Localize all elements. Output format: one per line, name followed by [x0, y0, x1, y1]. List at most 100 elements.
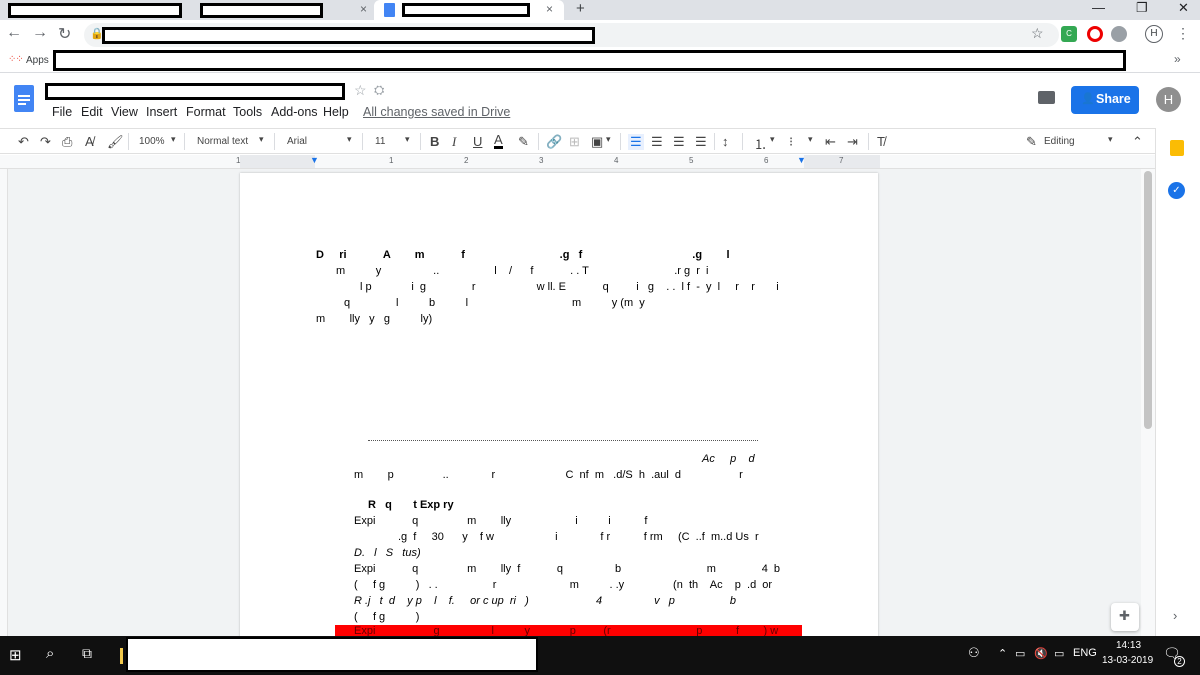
menu-file[interactable]: File: [52, 105, 72, 119]
clear-formatting-icon[interactable]: T̸: [877, 134, 885, 149]
left-indent-marker-icon[interactable]: ▼: [310, 155, 319, 165]
docs-logo-icon[interactable]: [14, 85, 34, 112]
clock-date[interactable]: 13-03-2019: [1102, 655, 1153, 666]
chevron-down-icon[interactable]: ▾: [1108, 134, 1113, 145]
restore-button[interactable]: ❐: [1136, 0, 1148, 16]
menu-view[interactable]: View: [111, 105, 138, 119]
align-center-icon[interactable]: ☰: [651, 134, 663, 150]
save-status[interactable]: All changes saved in Drive: [363, 105, 510, 119]
menu-addons[interactable]: Add-ons: [271, 105, 318, 119]
profile-avatar[interactable]: H: [1145, 25, 1163, 43]
chevron-down-icon[interactable]: ▾: [808, 134, 813, 145]
battery-icon[interactable]: ▭: [1015, 647, 1025, 660]
font-size-select[interactable]: 11: [375, 136, 385, 147]
justify-icon[interactable]: ☰: [695, 134, 707, 150]
chevron-down-icon[interactable]: ▾: [405, 134, 410, 145]
pencil-icon[interactable]: ✎: [1026, 134, 1037, 150]
text-color-icon[interactable]: A: [494, 133, 503, 149]
menu-insert[interactable]: Insert: [146, 105, 177, 119]
tab-title-redacted-2[interactable]: [200, 3, 323, 18]
numbered-list-icon[interactable]: ⒈: [754, 134, 767, 153]
image-icon[interactable]: ▣: [591, 134, 603, 150]
volume-muted-icon[interactable]: 🔇: [1034, 647, 1048, 660]
increase-indent-icon[interactable]: ⇥: [847, 134, 858, 150]
keep-icon[interactable]: [1170, 140, 1184, 156]
menu-tools[interactable]: Tools: [233, 105, 262, 119]
minimize-button[interactable]: —: [1092, 0, 1105, 15]
align-left-icon[interactable]: ☰: [628, 134, 644, 150]
decrease-indent-icon[interactable]: ⇤: [825, 134, 836, 150]
more-bookmarks-icon[interactable]: »: [1174, 52, 1181, 66]
expand-panel-chevron-icon[interactable]: ›: [1173, 608, 1177, 623]
opera-extension-icon[interactable]: [1087, 26, 1103, 42]
vertical-scrollbar[interactable]: [1141, 169, 1155, 636]
chevron-down-icon[interactable]: ▾: [770, 134, 775, 145]
input-language[interactable]: ENG: [1073, 647, 1097, 659]
ruler[interactable]: ▼ ▼ 1 1 2 3 4 5 6 7: [0, 155, 1155, 169]
chevron-down-icon[interactable]: ▾: [171, 134, 176, 145]
cors-extension-icon[interactable]: C: [1061, 26, 1077, 42]
bulleted-list-icon[interactable]: ⁝: [789, 134, 793, 150]
highlight-icon[interactable]: ✎: [518, 134, 529, 150]
document-page[interactable]: D ri A m f .g f .g l m y .. l / f . . T …: [240, 173, 878, 643]
comment-icon[interactable]: ⊞: [569, 134, 580, 150]
hide-menus-chevron-up-icon[interactable]: ⌃: [1132, 134, 1143, 150]
link-icon[interactable]: 🔗: [546, 134, 562, 150]
chevron-down-icon[interactable]: ▾: [259, 134, 264, 145]
font-select[interactable]: Arial: [287, 136, 307, 147]
document-title-redacted[interactable]: [45, 83, 345, 100]
zoom-select[interactable]: 100%: [139, 136, 165, 147]
window-close-button[interactable]: ✕: [1178, 0, 1189, 16]
menu-help[interactable]: Help: [323, 105, 349, 119]
bold-button[interactable]: B: [430, 134, 439, 149]
share-button[interactable]: 👤 Share: [1071, 86, 1139, 114]
explore-button[interactable]: ✚: [1111, 603, 1139, 631]
right-indent-marker-icon[interactable]: ▼: [797, 155, 806, 165]
doc-line: m y .. l / f . . T .r g r i: [336, 265, 709, 277]
spellcheck-icon[interactable]: A̸: [85, 134, 94, 149]
bookmark-star-icon[interactable]: ☆: [1031, 25, 1044, 42]
windows-start-icon[interactable]: ⊞: [9, 646, 22, 664]
paragraph-style-select[interactable]: Normal text: [197, 136, 248, 147]
back-icon[interactable]: ←: [6, 24, 22, 42]
redo-icon[interactable]: ↷: [40, 134, 51, 150]
align-right-icon[interactable]: ☰: [673, 134, 685, 150]
star-icon[interactable]: ☆: [354, 82, 367, 99]
taskbar-app-indicator[interactable]: [120, 648, 123, 664]
tab-active[interactable]: ×: [374, 0, 564, 20]
underline-button[interactable]: U: [473, 134, 482, 149]
task-view-icon[interactable]: ⧉: [82, 645, 92, 662]
network-icon[interactable]: ▭: [1054, 647, 1064, 660]
account-avatar[interactable]: H: [1156, 87, 1181, 112]
new-tab-button[interactable]: +: [576, 0, 585, 17]
move-to-folder-icon[interactable]: ⛭: [374, 82, 384, 98]
ruler-number: 2: [464, 156, 469, 165]
scrollbar-thumb[interactable]: [1144, 171, 1152, 429]
print-icon[interactable]: ⎙: [62, 134, 72, 150]
tasks-icon[interactable]: ✓: [1168, 182, 1185, 199]
extension-icon[interactable]: [1111, 26, 1127, 42]
chrome-menu-icon[interactable]: ⋮: [1176, 25, 1190, 42]
tab-title-redacted-1[interactable]: [8, 3, 182, 18]
search-icon[interactable]: ⌕: [46, 645, 54, 662]
chevron-up-icon[interactable]: ⌃: [998, 647, 1007, 660]
reload-icon[interactable]: ↻: [58, 24, 71, 44]
editing-mode-select[interactable]: Editing: [1044, 136, 1075, 147]
line-spacing-icon[interactable]: ↕: [722, 134, 729, 149]
chevron-down-icon[interactable]: ▾: [606, 134, 611, 145]
tab-close-icon[interactable]: ×: [360, 2, 367, 16]
chevron-down-icon[interactable]: ▾: [347, 134, 352, 145]
menu-format[interactable]: Format: [186, 105, 226, 119]
undo-icon[interactable]: ↶: [18, 134, 29, 150]
forward-icon[interactable]: →: [32, 24, 48, 42]
comment-history-icon[interactable]: [1038, 91, 1055, 104]
paint-format-icon[interactable]: 🖌: [107, 134, 124, 150]
clock-time[interactable]: 14:13: [1116, 640, 1141, 651]
tab-close-icon[interactable]: ×: [546, 2, 553, 16]
apps-grid-icon[interactable]: ⁘⁘: [8, 54, 24, 65]
apps-shortcut[interactable]: Apps: [26, 55, 49, 66]
people-icon[interactable]: ⚇: [968, 645, 980, 661]
menu-edit[interactable]: Edit: [81, 105, 103, 119]
italic-button[interactable]: I: [452, 134, 456, 150]
address-bar[interactable]: 🔒: [84, 23, 1059, 47]
